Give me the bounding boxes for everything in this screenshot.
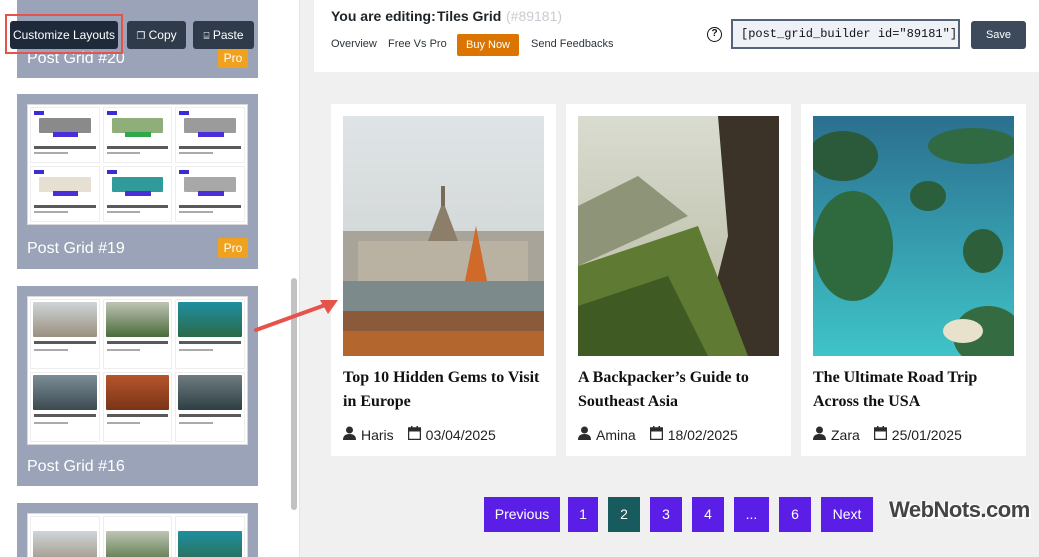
layout-thumbnail: [27, 296, 248, 445]
post-author[interactable]: Amina: [596, 427, 636, 443]
save-button[interactable]: Save: [971, 21, 1026, 49]
editor-header: You are editing: Tiles Grid (#89181) Ove…: [314, 0, 1039, 72]
post-meta: Amina 18/02/2025: [578, 426, 738, 443]
layout-thumbnail: [27, 104, 248, 225]
user-icon: [578, 426, 591, 443]
nav-send-feedbacks[interactable]: Send Feedbacks: [531, 38, 614, 50]
buy-now-button[interactable]: Buy Now: [457, 34, 519, 56]
nav-free-vs-pro[interactable]: Free Vs Pro: [388, 38, 447, 50]
post-author[interactable]: Zara: [831, 427, 860, 443]
post-date: 18/02/2025: [667, 426, 738, 443]
customize-layouts-button[interactable]: Customize Layouts: [10, 21, 118, 49]
copy-button[interactable]: ❐ Copy: [127, 21, 186, 49]
layout-card-post-grid-16[interactable]: Post Grid #16: [17, 286, 258, 486]
layout-label: Post Grid #16: [27, 458, 125, 475]
post-date: 25/01/2025: [891, 426, 962, 443]
pagination-next[interactable]: Next: [821, 497, 873, 532]
editing-label: You are editing:: [331, 8, 436, 24]
copy-icon: ❐: [136, 31, 146, 42]
pointer-arrow-icon: [254, 300, 338, 332]
post-image[interactable]: [343, 116, 544, 356]
pagination-page-4[interactable]: 4: [692, 497, 724, 532]
watermark-logo: WebNots.com: [889, 497, 1030, 522]
pagination-page-6[interactable]: 6: [779, 497, 811, 532]
layout-card-next[interactable]: [17, 503, 258, 557]
post-meta: Zara 25/01/2025: [813, 426, 962, 443]
pagination-page-2[interactable]: 2: [608, 497, 640, 532]
paste-button[interactable]: ⌸ Paste: [193, 21, 254, 49]
layout-name: Tiles Grid: [437, 8, 502, 24]
post-card[interactable]: Top 10 Hidden Gems to Visit in Europe Ha…: [331, 104, 556, 456]
user-icon: [343, 426, 356, 443]
paste-label: Paste: [212, 28, 244, 42]
layouts-sidebar: Post Grid #20 Pro Post Grid #19 Pro Post…: [0, 0, 300, 557]
editor-main: You are editing: Tiles Grid (#89181) Ove…: [300, 0, 1039, 557]
layout-card-post-grid-19[interactable]: Post Grid #19 Pro: [17, 94, 258, 269]
post-title[interactable]: The Ultimate Road Trip Across the USA: [813, 366, 1018, 414]
nav-overview[interactable]: Overview: [331, 38, 377, 50]
post-image[interactable]: [813, 116, 1014, 356]
pagination-ellipsis: ...: [734, 497, 769, 532]
pagination-page-3[interactable]: 3: [650, 497, 682, 532]
pagination-previous[interactable]: Previous: [484, 497, 560, 532]
post-title[interactable]: A Backpacker’s Guide to Southeast Asia: [578, 366, 783, 414]
post-card[interactable]: The Ultimate Road Trip Across the USA Za…: [801, 104, 1026, 456]
paste-icon: ⌸: [203, 31, 210, 42]
pagination-page-1[interactable]: 1: [568, 497, 598, 532]
shortcode-field[interactable]: [post_grid_builder id="89181"]: [731, 19, 960, 49]
calendar-icon: [407, 426, 421, 443]
calendar-icon: [873, 426, 888, 443]
post-meta: Haris 03/04/2025: [343, 426, 496, 443]
user-icon: [813, 426, 826, 443]
help-icon[interactable]: ?: [707, 27, 722, 42]
app-window: Post Grid #20 Pro Post Grid #19 Pro Post…: [0, 0, 1039, 557]
layout-id: (#89181): [506, 8, 563, 24]
layout-label: Post Grid #19: [27, 240, 125, 257]
layout-thumbnail: [27, 513, 248, 557]
calendar-icon: [649, 426, 663, 443]
post-image[interactable]: [578, 116, 779, 356]
pro-badge: Pro: [218, 238, 248, 258]
post-date: 03/04/2025: [425, 426, 496, 443]
post-author[interactable]: Haris: [361, 427, 394, 443]
post-title[interactable]: Top 10 Hidden Gems to Visit in Europe: [343, 366, 548, 414]
post-card[interactable]: A Backpacker’s Guide to Southeast Asia A…: [566, 104, 791, 456]
layouts-list: Post Grid #20 Pro Post Grid #19 Pro Post…: [17, 0, 258, 557]
copy-label: Copy: [148, 28, 177, 42]
pro-badge: Pro: [218, 48, 248, 68]
